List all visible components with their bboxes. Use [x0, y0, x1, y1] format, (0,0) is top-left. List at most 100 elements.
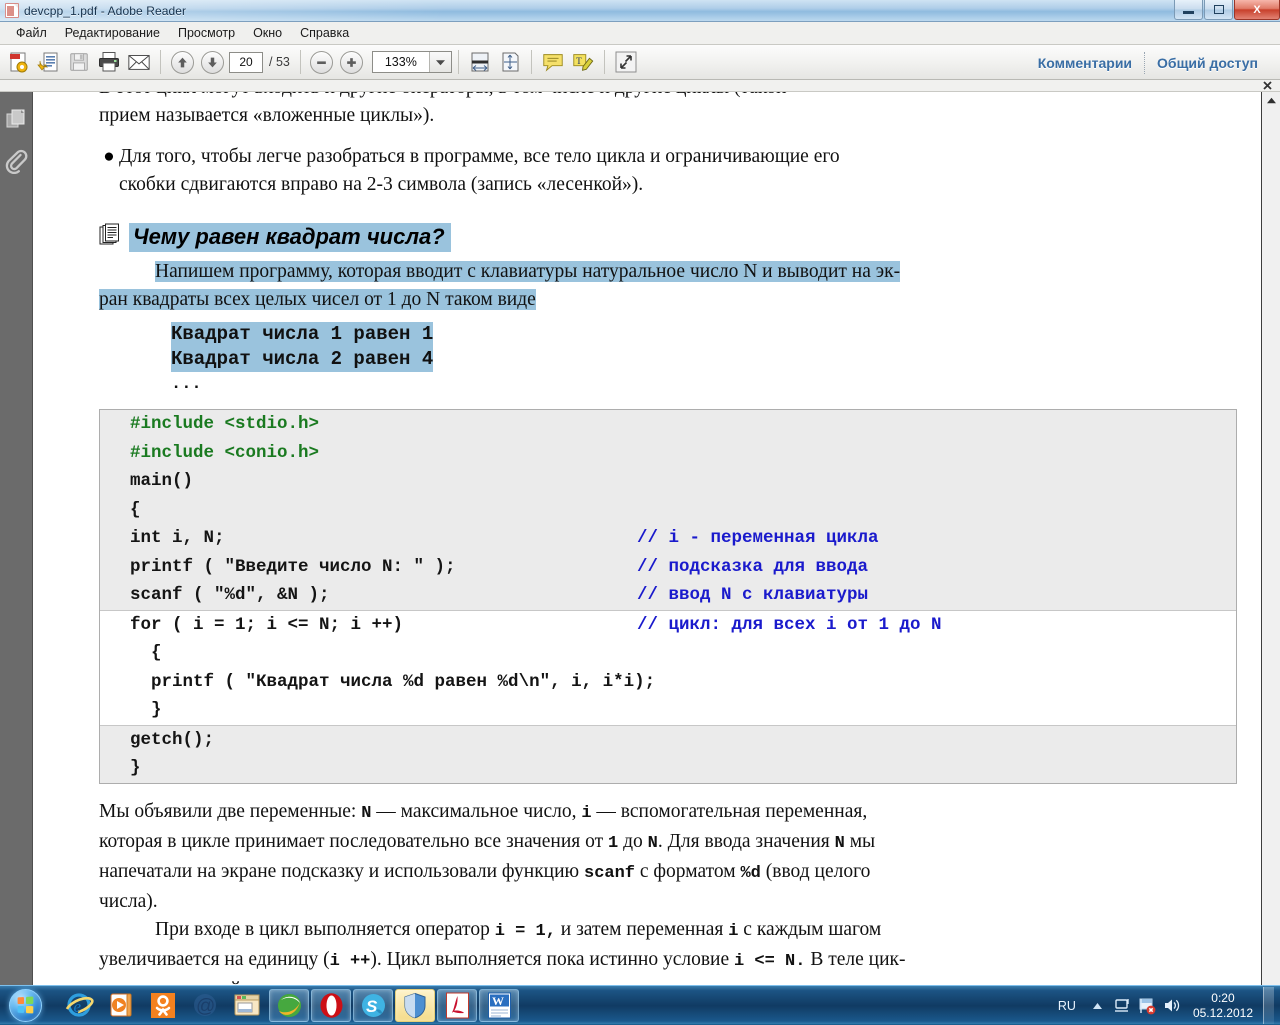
taskbar-app-circle[interactable]	[269, 989, 309, 1022]
network-status-button[interactable]	[1112, 995, 1133, 1017]
window-title: devcpp_1.pdf - Adobe Reader	[24, 4, 186, 18]
shield-icon	[403, 992, 427, 1019]
folder-explorer-icon	[233, 992, 261, 1018]
sample-output-ellipsis: ...	[171, 372, 1237, 397]
sample-output-block: Квадрат числа 1 равен 1 Квадрат числа 2 …	[99, 322, 1237, 397]
sticky-note-button[interactable]	[538, 47, 568, 77]
exp1-l2b: до	[618, 831, 647, 852]
bullet-line-2: скобки сдвигаются вправо на 2-3 символа …	[119, 171, 1237, 199]
taskbar-explorer[interactable]	[227, 989, 267, 1022]
clipped-text-line: В этот цикл могут входить и другие опера…	[99, 92, 1237, 102]
action-center-button[interactable]	[1137, 995, 1158, 1017]
pdf-icon	[5, 3, 19, 18]
taskbar-word[interactable]: W	[479, 989, 519, 1022]
taskbar-skype[interactable]: S	[353, 989, 393, 1022]
clock[interactable]: 0:20 05.12.2012	[1193, 991, 1253, 1021]
toolbar-separator-4	[531, 50, 532, 74]
start-button[interactable]	[2, 987, 48, 1024]
printer-icon	[97, 50, 121, 74]
volume-button[interactable]	[1162, 995, 1183, 1017]
share-pane-button[interactable]: Общий доступ	[1145, 55, 1270, 71]
vertical-scrollbar[interactable]	[1261, 92, 1280, 985]
print-button[interactable]	[94, 47, 124, 77]
maximize-button[interactable]	[1204, 0, 1233, 20]
page-number-value: 20	[239, 55, 252, 69]
explanation-paragraph-1: Мы объявили две переменные: N — максимал…	[99, 798, 1237, 916]
export-pdf-icon	[37, 50, 61, 74]
save-button[interactable]	[64, 47, 94, 77]
taskbar-opera[interactable]	[311, 989, 351, 1022]
fit-page-button[interactable]	[495, 47, 525, 77]
taskbar-media-player[interactable]	[101, 989, 141, 1022]
exp1-l3b: с форматом	[635, 861, 740, 882]
next-page-button[interactable]	[197, 47, 227, 77]
adobe-reader-icon	[445, 992, 470, 1019]
code-comment: // цикл: для всех i от 1 до N	[637, 611, 942, 640]
taskbar-mail[interactable]: @	[185, 989, 225, 1022]
document-scroll-area[interactable]: В этот цикл могут входить и другие опера…	[33, 92, 1280, 985]
pdf-page: В этот цикл могут входить и другие опера…	[33, 92, 1261, 985]
taskbar-adobe-reader[interactable]	[437, 989, 477, 1022]
minimize-button[interactable]	[1174, 0, 1203, 20]
arrow-down-icon	[201, 51, 224, 74]
system-tray: RU 0:20	[1049, 986, 1280, 1025]
menu-help[interactable]: Справка	[291, 24, 358, 42]
fit-width-button[interactable]	[465, 47, 495, 77]
attachments-panel-button[interactable]	[3, 148, 29, 174]
menu-view[interactable]: Просмотр	[169, 24, 244, 42]
colored-disc-icon	[276, 992, 303, 1019]
taskbar-internet-explorer[interactable]: e	[59, 989, 99, 1022]
code-line: #include <stdio.h>	[100, 410, 1236, 439]
zoom-out-button[interactable]	[307, 47, 337, 77]
show-desktop-button[interactable]	[1263, 987, 1274, 1024]
bullet-text: Для того, чтобы легче разобраться в прог…	[119, 143, 1237, 199]
show-hidden-icons-button[interactable]	[1087, 995, 1108, 1017]
highlight-pen-icon: T	[571, 51, 595, 73]
export-pdf-button[interactable]	[34, 47, 64, 77]
heading-text: Чему равен квадрат числа?	[129, 223, 451, 252]
email-button[interactable]	[124, 47, 154, 77]
zoom-combo[interactable]: 133%	[372, 51, 452, 73]
pages-icon	[4, 107, 28, 131]
section-heading: Чему равен квадрат числа?	[99, 223, 1237, 252]
code-line: {	[100, 496, 1236, 525]
opera-icon	[319, 992, 344, 1019]
previous-page-button[interactable]	[167, 47, 197, 77]
bullet-line-1: Для того, чтобы легче разобраться в прог…	[119, 143, 1237, 171]
code-text: getch();	[130, 726, 637, 755]
exp1-l2-1: 1	[608, 834, 618, 853]
page-number-input[interactable]: 20	[229, 52, 263, 73]
exp2-l2b: ). Цикл выполняется пока истинно условие	[370, 949, 734, 970]
close-icon: X	[1253, 4, 1260, 16]
exp1-l3-scanf: scanf	[584, 864, 635, 883]
taskbar-task-list: e @	[58, 989, 520, 1022]
bullet-item: ● Для того, чтобы легче разобраться в пр…	[99, 143, 1237, 199]
comments-pane-button[interactable]: Комментарии	[1026, 55, 1144, 71]
code-band: for ( i = 1; i <= N; i ++)// цикл: для в…	[100, 610, 1236, 725]
code-comment: // ввод N с клавиатуры	[637, 581, 868, 610]
read-mode-button[interactable]	[611, 47, 641, 77]
close-button[interactable]: X	[1234, 0, 1280, 20]
close-x-icon[interactable]	[1263, 80, 1272, 91]
menu-file[interactable]: Файл	[7, 24, 56, 42]
zoom-in-button[interactable]	[337, 47, 367, 77]
menu-window[interactable]: Окно	[244, 24, 291, 42]
exp2-l2a: увеличивается на единицу (	[99, 949, 330, 970]
zoom-dropdown-button[interactable]	[429, 52, 451, 72]
taskbar-odnoklassniki[interactable]	[143, 989, 183, 1022]
code-line: main()	[100, 467, 1236, 496]
exp1-l2-N: N	[648, 834, 658, 853]
window-titlebar[interactable]: devcpp_1.pdf - Adobe Reader X	[0, 0, 1280, 22]
code-line: getch();	[100, 726, 1236, 755]
fit-page-icon	[498, 50, 522, 74]
language-indicator[interactable]: RU	[1058, 999, 1076, 1013]
page-thumbnails-panel-button[interactable]	[3, 106, 29, 132]
highlight-text-button[interactable]: T	[568, 47, 598, 77]
exp2-l2-code2: i <= N.	[734, 952, 805, 971]
taskbar-security[interactable]	[395, 989, 435, 1022]
menu-edit[interactable]: Редактирование	[56, 24, 169, 42]
scroll-up-button[interactable]	[1262, 92, 1280, 109]
create-pdf-button[interactable]	[4, 47, 34, 77]
taskbar: e @	[0, 985, 1280, 1024]
zoom-value: 133%	[373, 55, 429, 69]
